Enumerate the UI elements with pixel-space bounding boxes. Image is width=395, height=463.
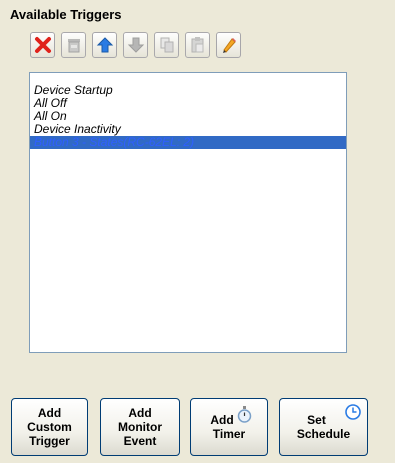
clock-icon [345, 404, 361, 420]
panel-title: Available Triggers [10, 7, 122, 22]
add-custom-trigger-button[interactable]: Add Custom Trigger [11, 398, 88, 456]
list-item-selected[interactable]: Button 3 - States(RC-62EL: 2) [30, 136, 346, 149]
paste-icon [191, 37, 203, 53]
list-item[interactable]: Device Startup [30, 84, 346, 97]
add-monitor-event-button[interactable]: Add Monitor Event [100, 398, 180, 456]
up-arrow-icon [96, 37, 113, 53]
trash-button[interactable] [61, 32, 86, 58]
delete-button[interactable] [30, 32, 55, 58]
button-label-line: Schedule [296, 427, 351, 441]
toolbar [30, 32, 241, 58]
move-down-button[interactable] [123, 32, 148, 58]
copy-icon [160, 37, 173, 53]
button-label-line: Trigger [29, 434, 70, 448]
set-schedule-button[interactable]: Set Schedule [279, 398, 368, 456]
trigger-list[interactable]: Device Startup All Off All On Device Ina… [29, 72, 347, 353]
add-timer-button[interactable]: Add Timer [190, 398, 268, 456]
copy-button[interactable] [154, 32, 179, 58]
button-label-line: Add [37, 406, 62, 420]
button-label-line: Monitor [118, 420, 162, 434]
pencil-icon [222, 38, 236, 53]
button-label-line: Add [210, 413, 234, 427]
down-arrow-icon [127, 37, 144, 53]
list-item-label: Device Startup [34, 83, 113, 97]
trash-icon [67, 39, 80, 53]
edit-button[interactable] [216, 32, 241, 58]
list-item-label: All Off [34, 96, 67, 110]
move-up-button[interactable] [92, 32, 117, 58]
stopwatch-icon [237, 406, 252, 423]
button-label-line: Timer [212, 427, 246, 441]
list-item-label: All On [34, 109, 67, 123]
paste-button[interactable] [185, 32, 210, 58]
button-label-line: Custom [27, 420, 72, 434]
list-item-label: Button 3 - States(RC-62EL: 2) [34, 135, 195, 149]
button-label-line: Event [123, 434, 157, 448]
red-x-icon [34, 37, 51, 53]
list-item[interactable]: All Off [30, 97, 346, 110]
list-item-label: Device Inactivity [34, 122, 121, 136]
action-buttons: Add Custom Trigger Add Monitor Event Add… [0, 398, 395, 458]
button-label-line: Add [128, 406, 152, 420]
